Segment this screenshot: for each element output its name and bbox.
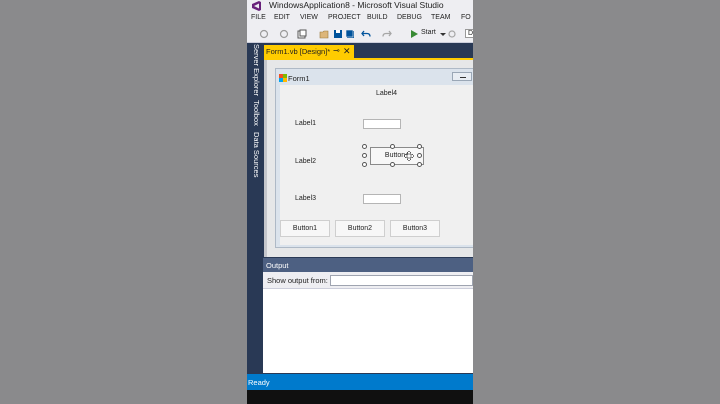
document-tab-form1-design[interactable]: Form1.vb [Design]* ⊸ ✕ <box>264 45 354 58</box>
attach-icon[interactable] <box>447 29 457 39</box>
menu-bar: FILE EDIT VIEW PROJECT BUILD DEBUG TEAM … <box>247 12 473 25</box>
output-toolbar: Show output from: <box>263 272 473 289</box>
textbox2[interactable] <box>363 194 401 204</box>
close-icon[interactable]: ✕ <box>343 46 351 57</box>
tab-data-sources[interactable]: Data Sources <box>249 132 261 177</box>
resize-handle-sw[interactable] <box>362 162 367 167</box>
standard-toolbar: Start D <box>247 25 473 43</box>
window-title: WindowsApplication8 - Microsoft Visual S… <box>269 0 444 10</box>
status-bar: Ready <box>247 374 473 390</box>
output-header[interactable]: Output <box>263 258 473 272</box>
start-button[interactable]: Start <box>421 29 436 36</box>
button4-selected[interactable]: Button4 <box>370 147 424 165</box>
resize-handle-w[interactable] <box>362 153 367 158</box>
document-tab-label: Form1.vb [Design]* <box>266 47 331 56</box>
taskbar <box>247 390 473 404</box>
pin-icon[interactable]: ⊸ <box>333 46 340 55</box>
menu-build[interactable]: BUILD <box>367 14 388 21</box>
resize-handle-ne[interactable] <box>417 144 422 149</box>
menu-team[interactable]: TEAM <box>431 14 450 21</box>
form-icon <box>279 74 287 82</box>
show-output-from-label: Show output from: <box>267 276 328 285</box>
output-panel: Output Show output from: <box>263 258 473 373</box>
tab-toolbox[interactable]: Toolbox <box>249 100 261 126</box>
move-cursor-icon <box>404 151 414 161</box>
label1[interactable]: Label1 <box>295 120 316 127</box>
menu-project[interactable]: PROJECT <box>328 14 361 21</box>
form-title: Form1 <box>288 74 310 83</box>
start-debugging-icon[interactable] <box>409 29 419 39</box>
screen: WindowsApplication8 - Microsoft Visual S… <box>0 0 720 404</box>
save-all-icon[interactable] <box>345 29 355 39</box>
new-project-icon[interactable] <box>297 29 307 39</box>
output-source-select[interactable] <box>330 275 473 286</box>
output-title: Output <box>266 261 289 270</box>
minimize-button[interactable] <box>452 72 472 81</box>
status-text: Ready <box>248 378 270 387</box>
form-designer-surface: Form1 Label4 Label1 Label2 Button4 Label… <box>264 60 473 257</box>
open-file-icon[interactable] <box>319 29 329 39</box>
resize-handle-e[interactable] <box>417 153 422 158</box>
menu-format[interactable]: FO <box>461 14 471 21</box>
navigate-forward-icon[interactable] <box>279 29 289 39</box>
menu-edit[interactable]: EDIT <box>274 14 290 21</box>
form-client-area: Label4 Label1 Label2 Button4 Label3 Butt… <box>280 85 473 245</box>
menu-view[interactable]: VIEW <box>300 14 318 21</box>
navigate-back-icon[interactable] <box>259 29 269 39</box>
resize-handle-n[interactable] <box>390 144 395 149</box>
button3[interactable]: Button3 <box>390 220 440 237</box>
redo-icon[interactable] <box>382 29 392 39</box>
label2[interactable]: Label2 <box>295 158 316 165</box>
side-tool-tabs: Server Explorer Toolbox Data Sources <box>247 44 263 374</box>
resize-handle-s[interactable] <box>390 162 395 167</box>
visual-studio-window: WindowsApplication8 - Microsoft Visual S… <box>247 0 473 404</box>
resize-handle-se[interactable] <box>417 162 422 167</box>
form1-window[interactable]: Form1 Label4 Label1 Label2 Button4 Label… <box>275 68 473 248</box>
undo-icon[interactable] <box>361 29 371 39</box>
tab-server-explorer[interactable]: Server Explorer <box>249 44 261 96</box>
minimize-icon <box>460 77 466 78</box>
title-bar: WindowsApplication8 - Microsoft Visual S… <box>247 0 473 12</box>
letterbox-left <box>0 0 247 404</box>
label4[interactable]: Label4 <box>376 90 397 97</box>
menu-file[interactable]: FILE <box>251 14 266 21</box>
solution-config-select[interactable]: D <box>465 29 473 38</box>
menu-debug[interactable]: DEBUG <box>397 14 422 21</box>
label3[interactable]: Label3 <box>295 195 316 202</box>
button1[interactable]: Button1 <box>280 220 330 237</box>
button2[interactable]: Button2 <box>335 220 385 237</box>
letterbox-right <box>473 0 720 404</box>
save-icon[interactable] <box>333 29 343 39</box>
resize-handle-nw[interactable] <box>362 144 367 149</box>
textbox1[interactable] <box>363 119 401 129</box>
visual-studio-logo-icon <box>252 1 261 11</box>
